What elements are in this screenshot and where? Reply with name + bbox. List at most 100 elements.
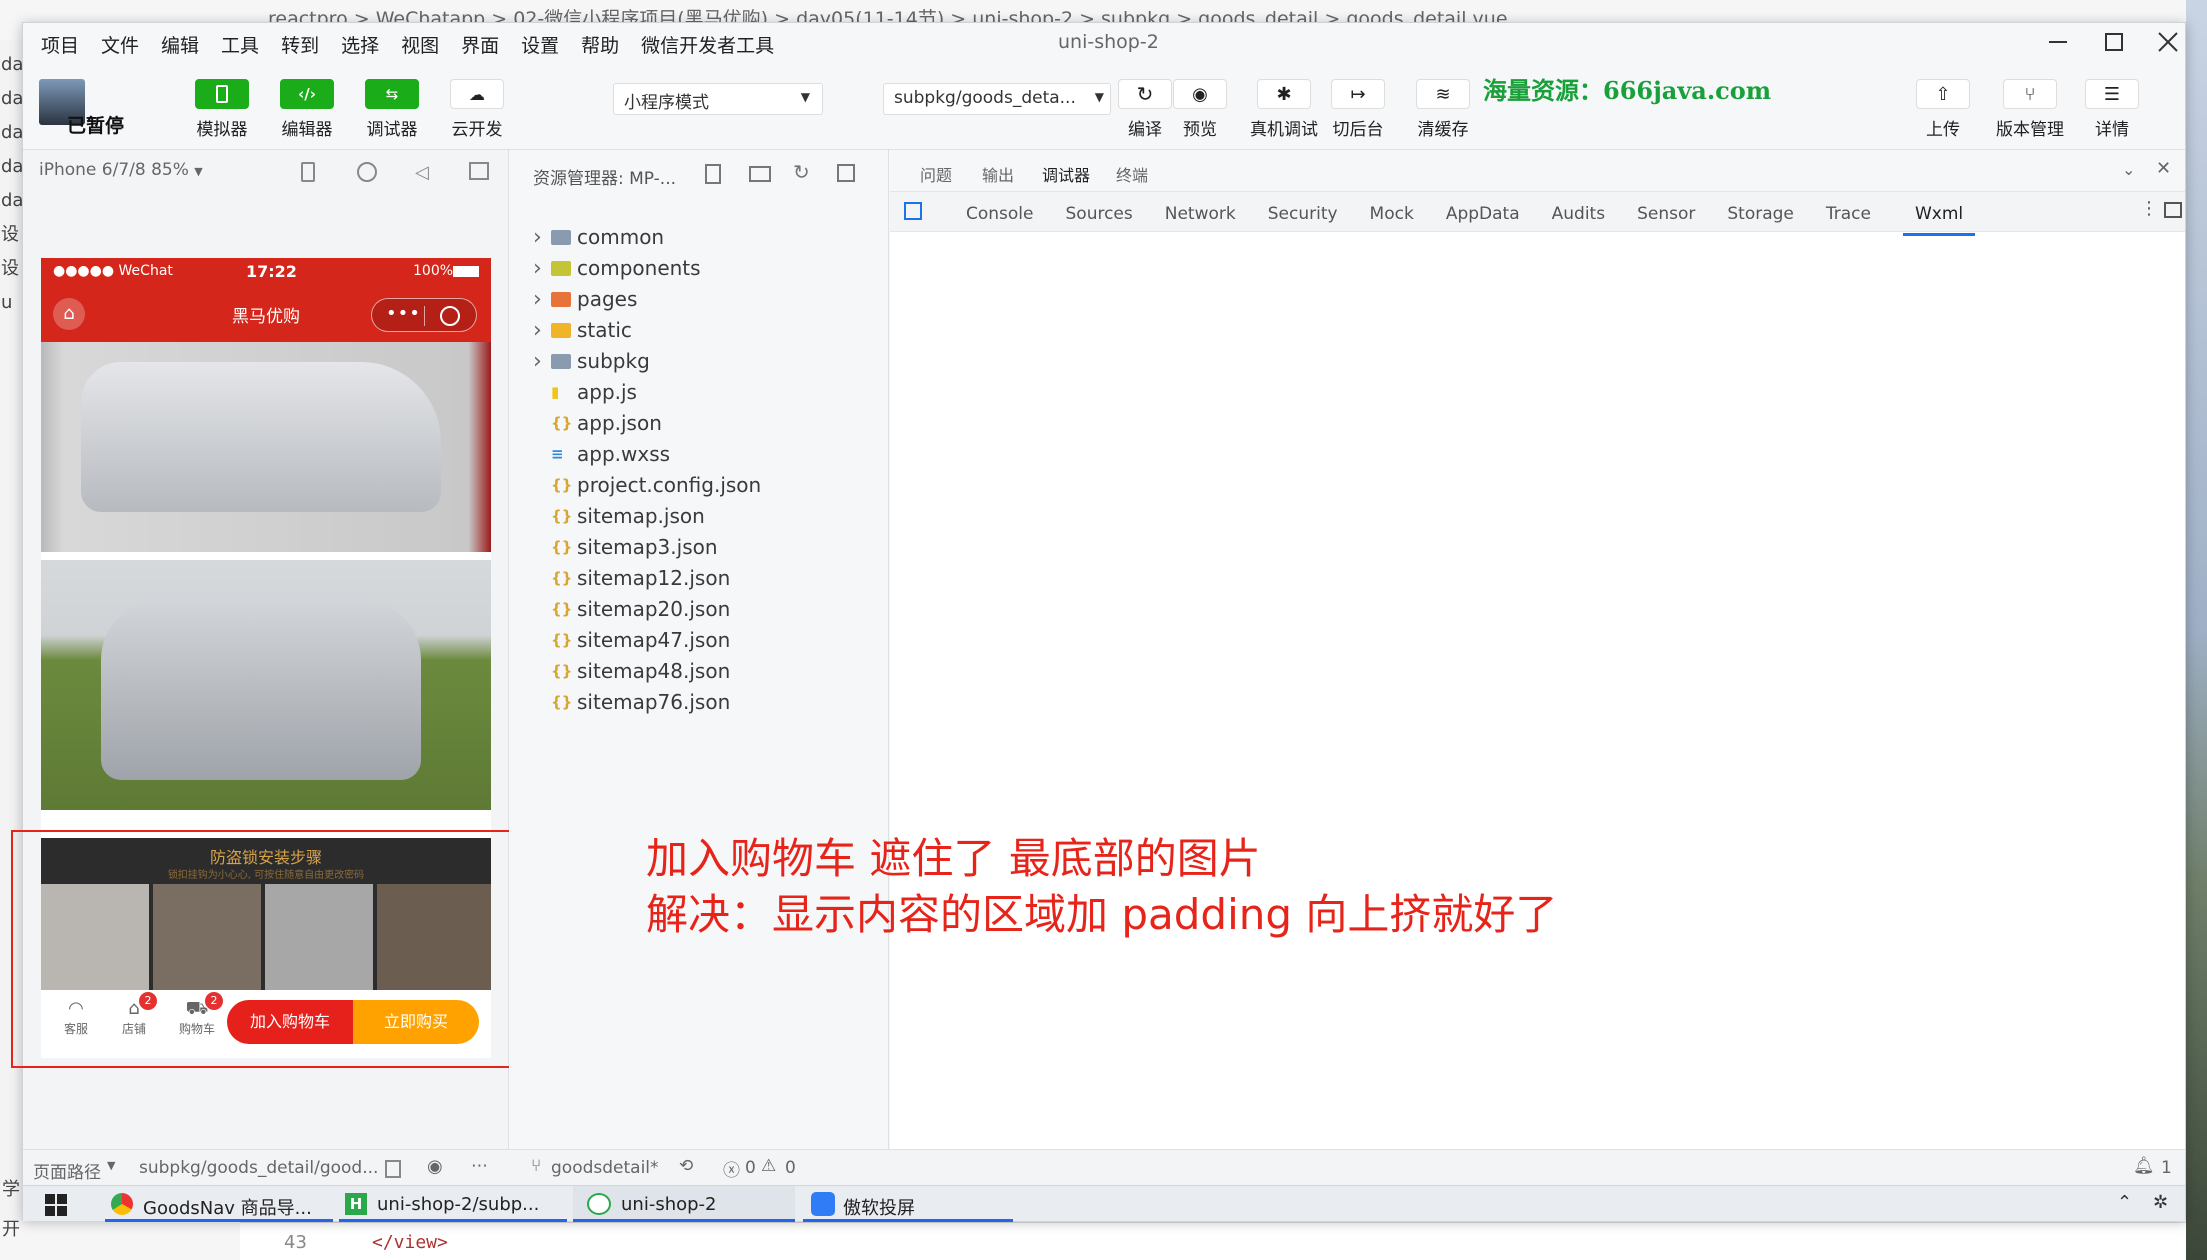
copy-icon[interactable] (385, 1160, 401, 1178)
dock-icon[interactable] (2164, 202, 2182, 218)
devtools-tab-sources[interactable]: Sources (1066, 204, 1133, 224)
file-item[interactable]: ≡ app.wxss (533, 439, 873, 470)
mode-select[interactable]: 小程序模式 ▼ (613, 83, 823, 115)
upload-button[interactable]: ⇧ 上传 (1908, 79, 1978, 140)
menu-goto[interactable]: 转到 (281, 35, 319, 57)
js-file-icon: ▮ (551, 383, 560, 401)
volume-icon[interactable]: ◁ (415, 162, 429, 183)
details-button[interactable]: ☰ 详情 (2077, 79, 2147, 140)
chevron-down-icon[interactable]: ⌄ (2122, 160, 2135, 179)
eye-icon[interactable]: ◉ (427, 1156, 443, 1177)
bg-left-bottom: 学开 (2, 1179, 20, 1240)
menu-edit[interactable]: 编辑 (161, 35, 199, 57)
preview-button[interactable]: ◉ 预览 (1165, 79, 1235, 140)
devtools-tab-audits[interactable]: Audits (1552, 204, 1605, 224)
phone-icon[interactable] (301, 162, 315, 182)
devtools-tab-wxml[interactable]: Wxml (1902, 204, 1976, 236)
taskbar-item-hbuilder[interactable]: H uni-shop-2/subp... (339, 1186, 567, 1222)
folder-item[interactable]: › components (533, 253, 873, 284)
bell-icon[interactable]: 🔔︎ (2133, 1156, 2155, 1176)
folder-item[interactable]: › subpkg (533, 346, 873, 377)
folder-item[interactable]: › static (533, 315, 873, 346)
file-item[interactable]: {} sitemap48.json (533, 656, 873, 687)
settings-icon[interactable]: ✲ (2153, 1192, 2168, 1213)
error-icon: ⓧ (723, 1161, 740, 1181)
chevron-up-icon[interactable]: ⌃ (2117, 1192, 2132, 1213)
file-item[interactable]: {} sitemap3.json (533, 532, 873, 563)
devtools-tab-mock[interactable]: Mock (1370, 204, 1414, 224)
new-folder-icon[interactable] (749, 166, 771, 182)
folder-item[interactable]: › pages (533, 284, 873, 315)
real-debug-label: 真机调试 (1250, 120, 1318, 140)
file-item[interactable]: {} app.json (533, 408, 873, 439)
minimize-button[interactable] (2049, 41, 2067, 43)
devtools-tabs: Console Sources Network Security Mock AppData… (890, 192, 2185, 236)
devtools-tab-sensor[interactable]: Sensor (1637, 204, 1695, 224)
file-item[interactable]: ▮ app.js (533, 377, 873, 408)
menu-devtools[interactable]: 微信开发者工具 (641, 35, 774, 57)
taskbar-item-wechat[interactable]: uni-shop-2 (573, 1186, 795, 1222)
menu-tools[interactable]: 工具 (221, 35, 259, 57)
devtools-tab-console[interactable]: Console (966, 204, 1034, 224)
collapse-icon[interactable] (837, 164, 855, 182)
devtools-tab-appdata[interactable]: AppData (1446, 204, 1520, 224)
devtools-tab-network[interactable]: Network (1165, 204, 1236, 224)
simulator-button[interactable]: 模拟器 (187, 79, 257, 140)
kebab-icon[interactable]: ⋮ (2140, 198, 2158, 219)
branch-name[interactable]: goodsdetail* (551, 1158, 659, 1178)
menu-select[interactable]: 选择 (341, 35, 379, 57)
simulator-panel: iPhone 6/7/8 85% ▼ ◁ ●●●●● WeChat 17:22 … (11, 150, 555, 1150)
page-path-select[interactable]: subpkg/goods_deta... ▼ (883, 83, 1111, 115)
clear-cache-button[interactable]: ≋ 清缓存 (1408, 79, 1478, 140)
refresh-icon[interactable]: ↻ (793, 160, 810, 184)
record-icon[interactable] (357, 162, 377, 182)
close-icon[interactable]: ✕ (2156, 158, 2171, 179)
version-button[interactable]: ⑂ 版本管理 (1985, 79, 2075, 140)
menu-interface[interactable]: 界面 (461, 35, 499, 57)
maximize-button[interactable] (2105, 33, 2123, 51)
layers-icon: ≋ (1416, 79, 1470, 109)
file-item[interactable]: {} project.config.json (533, 470, 873, 501)
folder-icon (551, 323, 571, 338)
windows-start-icon[interactable] (45, 1194, 67, 1216)
tab-issues[interactable]: 问题 (920, 162, 952, 186)
debugger-button[interactable]: ⇆ 调试器 (357, 79, 427, 140)
error-count[interactable]: 0 (745, 1158, 756, 1178)
tab-output[interactable]: 输出 (982, 162, 1014, 186)
devtools-tab-storage[interactable]: Storage (1727, 204, 1794, 224)
inspect-icon[interactable] (904, 202, 922, 220)
close-window-button[interactable] (2157, 31, 2179, 53)
menu-help[interactable]: 帮助 (581, 35, 619, 57)
file-item[interactable]: {} sitemap76.json (533, 687, 873, 718)
tab-terminal[interactable]: 终端 (1116, 162, 1148, 186)
more-icon[interactable]: ⋯ (471, 1156, 488, 1176)
folder-item[interactable]: › common (533, 222, 873, 253)
menu-settings[interactable]: 设置 (521, 35, 559, 57)
page-route-label[interactable]: 页面路径 (33, 1158, 101, 1183)
menu-view[interactable]: 视图 (401, 35, 439, 57)
real-debug-button[interactable]: ✱ 真机调试 (1239, 79, 1329, 140)
taskbar-item-mirror[interactable]: 傲软投屏 (803, 1186, 1013, 1222)
chevron-right-icon: › (533, 287, 542, 312)
taskbar-item-chrome[interactable]: GoodsNav 商品导... (105, 1186, 333, 1222)
warning-count[interactable]: 0 (785, 1158, 796, 1178)
device-select[interactable]: iPhone 6/7/8 85% ▼ (39, 160, 203, 180)
menu-project[interactable]: 项目 (41, 35, 79, 57)
tab-debugger[interactable]: 调试器 (1042, 162, 1091, 194)
devtools-tab-trace[interactable]: Trace (1826, 204, 1871, 224)
file-item[interactable]: {} sitemap12.json (533, 563, 873, 594)
file-name: sitemap47.json (577, 628, 731, 652)
sync-icon[interactable]: ⟲ (679, 1156, 693, 1176)
devtools-tab-security[interactable]: Security (1268, 204, 1338, 224)
menu-file[interactable]: 文件 (101, 35, 139, 57)
file-item[interactable]: {} sitemap20.json (533, 594, 873, 625)
editor-button[interactable]: ‹/› 编辑器 (272, 79, 342, 140)
file-item[interactable]: {} sitemap47.json (533, 625, 873, 656)
new-file-icon[interactable] (705, 164, 721, 184)
cloud-button[interactable]: ☁ 云开发 (442, 79, 512, 140)
capsule-button[interactable]: ••• (371, 298, 477, 332)
background-button[interactable]: ↦ 切后台 (1323, 79, 1393, 140)
window-icon[interactable] (469, 162, 489, 180)
file-item[interactable]: {} sitemap.json (533, 501, 873, 532)
mirror-icon (811, 1192, 835, 1216)
